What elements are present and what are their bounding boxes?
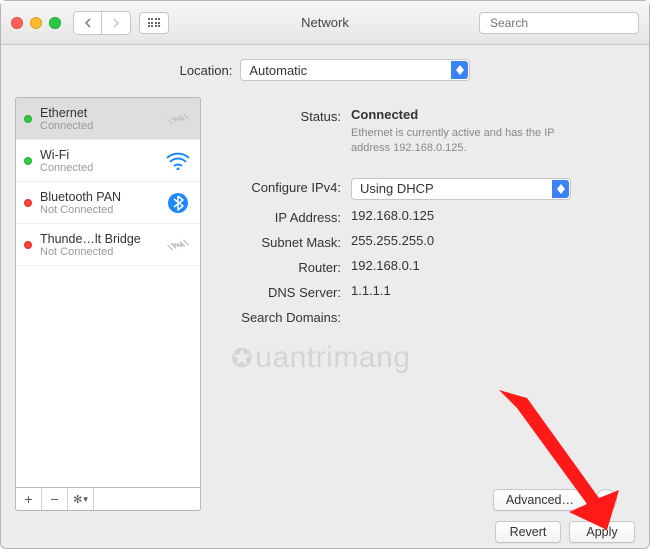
ethernet-icon (164, 108, 192, 130)
search-field[interactable] (479, 12, 639, 34)
service-actions-button[interactable]: ✻▾ (68, 488, 94, 510)
configure-value: Using DHCP (360, 181, 434, 196)
status-substatus: Ethernet is currently active and has the… (351, 126, 591, 156)
router-value: 192.168.0.1 (351, 258, 627, 273)
nav-back-button[interactable] (74, 12, 102, 34)
service-status: Not Connected (40, 246, 156, 258)
titlebar: Network (1, 1, 649, 45)
footer-buttons: Revert Apply (1, 511, 649, 543)
bluetooth-icon (164, 192, 192, 214)
close-icon[interactable] (11, 17, 23, 29)
service-item-wifi[interactable]: Wi-Fi Connected (16, 140, 200, 182)
thunderbolt-bridge-icon (164, 234, 192, 256)
location-value: Automatic (249, 63, 307, 78)
subnet-mask-value: 255.255.255.0 (351, 233, 627, 248)
nav-forward-button[interactable] (102, 12, 130, 34)
service-status: Not Connected (40, 204, 156, 216)
location-label: Location: (180, 63, 233, 78)
status-dot-icon (24, 241, 32, 249)
dns-server-label: DNS Server: (211, 283, 351, 300)
remove-service-button[interactable]: − (42, 488, 68, 510)
status-dot-icon (24, 199, 32, 207)
help-button[interactable]: ? (595, 489, 617, 511)
advanced-button[interactable]: Advanced… (493, 489, 587, 511)
chevron-down-icon: ▾ (83, 494, 88, 505)
show-all-button[interactable] (139, 12, 169, 34)
gear-icon: ✻ (73, 493, 82, 506)
service-item-thunderbolt[interactable]: Thunde…lt Bridge Not Connected (16, 224, 200, 266)
configure-label: Configure IPv4: (211, 178, 351, 195)
service-name: Bluetooth PAN (40, 190, 156, 204)
router-label: Router: (211, 258, 351, 275)
service-item-ethernet[interactable]: Ethernet Connected (16, 98, 200, 140)
status-dot-icon (24, 115, 32, 123)
location-select[interactable]: Automatic (240, 59, 470, 81)
service-sidebar: Ethernet Connected Wi-Fi (15, 97, 201, 511)
service-status: Connected (40, 120, 156, 132)
content-area: Ethernet Connected Wi-Fi (1, 91, 649, 511)
details-pane: Status: Connected Ethernet is currently … (211, 97, 635, 511)
search-input[interactable] (490, 16, 645, 30)
configure-ipv4-select[interactable]: Using DHCP (351, 178, 571, 200)
location-row: Location: Automatic (1, 45, 649, 91)
service-name: Ethernet (40, 106, 156, 120)
network-prefs-window: Network Location: Automatic Ethernet (0, 0, 650, 549)
add-service-button[interactable]: + (16, 488, 42, 510)
sidebar-toolbar: + − ✻▾ (15, 487, 201, 511)
minimize-icon[interactable] (30, 17, 42, 29)
apply-button[interactable]: Apply (569, 521, 635, 543)
service-list: Ethernet Connected Wi-Fi (15, 97, 201, 487)
nav-buttons (73, 11, 131, 35)
wifi-icon (164, 152, 192, 170)
service-name: Wi-Fi (40, 148, 156, 162)
search-domains-label: Search Domains: (211, 308, 351, 325)
service-name: Thunde…lt Bridge (40, 232, 156, 246)
ip-address-value: 192.168.0.125 (351, 208, 627, 223)
zoom-icon[interactable] (49, 17, 61, 29)
status-label: Status: (211, 107, 351, 124)
revert-button[interactable]: Revert (495, 521, 561, 543)
dns-server-value: 1.1.1.1 (351, 283, 627, 298)
grid-icon (148, 18, 161, 27)
subnet-mask-label: Subnet Mask: (211, 233, 351, 250)
service-item-bluetooth[interactable]: Bluetooth PAN Not Connected (16, 182, 200, 224)
status-value: Connected (351, 107, 627, 122)
status-dot-icon (24, 157, 32, 165)
ip-address-label: IP Address: (211, 208, 351, 225)
service-status: Connected (40, 162, 156, 174)
traffic-lights (11, 17, 61, 29)
